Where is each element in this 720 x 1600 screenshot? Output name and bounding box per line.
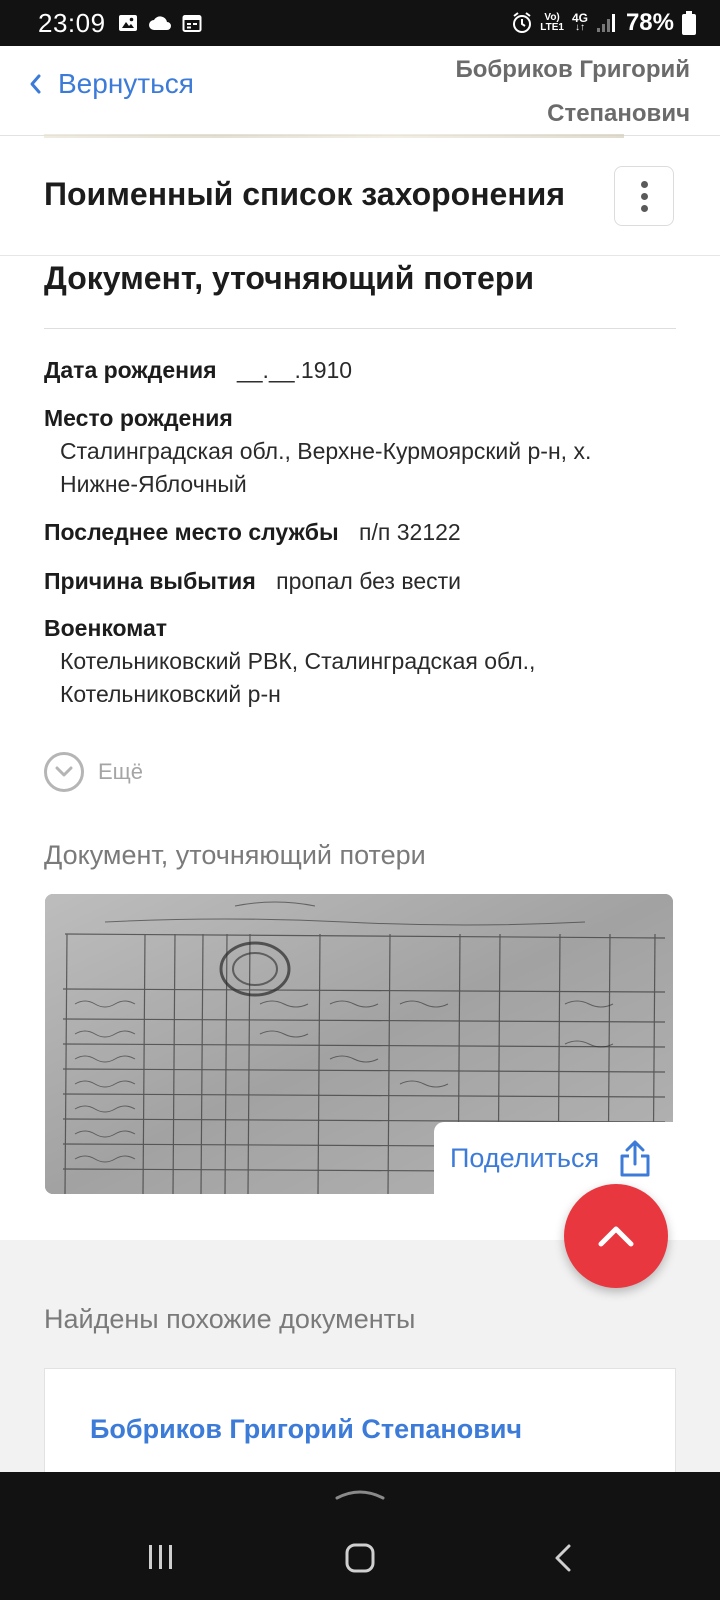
nav-expand-handle[interactable] — [334, 1486, 386, 1502]
back-nav-icon[interactable] — [552, 1542, 574, 1574]
field-enlistment-office: Военкомат Котельниковский РВК, Сталингра… — [44, 612, 644, 711]
sticky-title-bar: Поименный список захоронения — [0, 138, 720, 256]
back-label: Вернуться — [58, 68, 194, 99]
system-nav-bar — [0, 1472, 720, 1600]
field-birth-place: Место рождения Сталинградская обл., Верх… — [44, 402, 644, 501]
network-lte: LTE1 — [540, 22, 564, 33]
document-caption: Документ, уточняющий потери — [44, 840, 426, 870]
alarm-icon — [513, 12, 532, 33]
status-bar: 23:09 Vo) LTE1 4G ↓↑ 78% — [0, 0, 720, 46]
battery-percent: 78% — [625, 9, 674, 36]
calendar-icon — [182, 15, 202, 32]
reason-label: Причина выбытия — [44, 568, 256, 594]
reason-value: пропал без вести — [276, 568, 462, 594]
last-service-label: Последнее место службы — [44, 519, 339, 545]
share-label: Поделиться — [450, 1142, 600, 1173]
enlistment-office-label: Военкомат — [44, 615, 168, 641]
scroll-top-button[interactable] — [564, 1184, 668, 1288]
birth-place-label: Место рождения — [44, 405, 233, 431]
enlistment-office-value: Котельниковский РВК, Сталинградская обл.… — [60, 648, 536, 707]
back-button[interactable]: Вернуться — [28, 68, 194, 100]
field-last-service: Последнее место службы п/п 32122 — [44, 516, 644, 549]
birth-place-value: Сталинградская обл., Верхне-Курмоярский … — [60, 438, 592, 497]
chevron-left-icon — [30, 74, 41, 94]
share-button[interactable]: Поделиться — [434, 1122, 674, 1194]
show-more-toggle[interactable]: Ещё — [44, 752, 143, 792]
similar-document-link[interactable]: Бобриков Григорий Степанович — [90, 1414, 522, 1445]
chevron-up-icon — [598, 1226, 634, 1247]
more-vertical-icon — [640, 180, 648, 188]
status-time: 23:09 — [38, 7, 106, 38]
top-header: Вернуться Бобриков Григорий Степанович — [0, 46, 720, 136]
section-title: Документ, уточняющий потери — [44, 260, 535, 296]
recent-apps-icon[interactable] — [146, 1542, 176, 1572]
page-title: Поименный список захоронения — [44, 176, 565, 212]
last-service-value: п/п 32122 — [359, 519, 461, 545]
header-person-name: Бобриков Григорий Степанович — [455, 56, 690, 127]
chevron-down-icon — [44, 752, 84, 792]
cloud-icon — [148, 16, 171, 30]
birth-date-value: __.__.1910 — [236, 357, 353, 383]
similar-documents-title: Найдены похожие документы — [44, 1304, 416, 1334]
more-options-button[interactable] — [614, 166, 674, 226]
battery-icon — [682, 11, 696, 35]
field-reason: Причина выбытия пропал без вести — [44, 565, 644, 598]
home-icon[interactable] — [344, 1542, 376, 1574]
show-more-label: Ещё — [98, 759, 144, 784]
image-icon — [118, 15, 137, 31]
share-icon — [620, 1140, 650, 1177]
field-birth-date: Дата рождения __.__.1910 — [44, 354, 644, 387]
divider — [44, 328, 676, 329]
birth-date-label: Дата рождения — [44, 357, 217, 383]
signal-icon — [596, 14, 615, 32]
